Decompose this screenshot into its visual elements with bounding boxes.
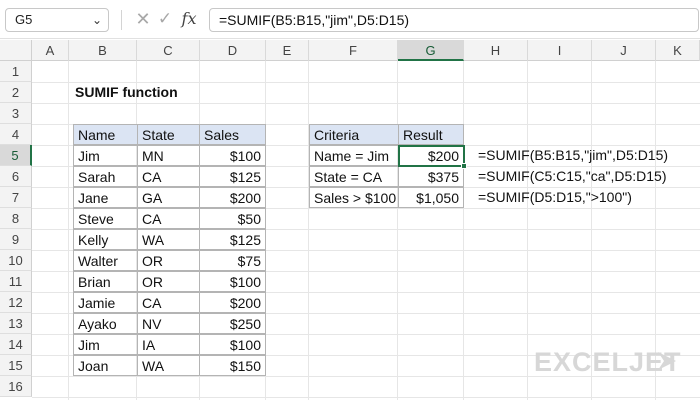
row-header-7[interactable]: 7: [0, 187, 32, 208]
row-header-13[interactable]: 13: [0, 313, 32, 334]
row-header-5[interactable]: 5: [0, 145, 32, 166]
column-header-i[interactable]: I: [528, 40, 592, 61]
grid-line: [463, 61, 464, 400]
enter-icon[interactable]: ✓: [155, 9, 175, 29]
row-header-15[interactable]: 15: [0, 355, 32, 376]
result-cell-value[interactable]: $375: [398, 166, 464, 187]
grid-line: [32, 397, 700, 398]
data-header-name[interactable]: Name: [73, 124, 138, 145]
grid-line: [32, 103, 700, 104]
data-cell-state[interactable]: OR: [137, 271, 200, 292]
data-cell-name[interactable]: Joan: [73, 355, 138, 376]
column-header-k[interactable]: K: [656, 40, 700, 61]
grid-line: [397, 61, 398, 400]
result-cell-value[interactable]: $1,050: [398, 187, 464, 208]
row-header-10[interactable]: 10: [0, 250, 32, 271]
data-cell-sales[interactable]: $125: [199, 229, 266, 250]
name-box[interactable]: G5 ⌄: [5, 8, 109, 32]
data-cell-name[interactable]: Jane: [73, 187, 138, 208]
formula-note[interactable]: =SUMIF(D5:D15,">100"): [478, 187, 632, 208]
fill-handle[interactable]: [461, 163, 467, 169]
data-cell-sales[interactable]: $150: [199, 355, 266, 376]
chevron-down-icon[interactable]: ⌄: [92, 9, 102, 31]
cancel-icon[interactable]: ✕: [133, 9, 153, 29]
data-cell-state[interactable]: CA: [137, 208, 200, 229]
row-header-1[interactable]: 1: [0, 61, 32, 82]
row-header-6[interactable]: 6: [0, 166, 32, 187]
row-header-14[interactable]: 14: [0, 334, 32, 355]
data-cell-name[interactable]: Steve: [73, 208, 138, 229]
name-box-value: G5: [15, 12, 33, 27]
data-cell-sales[interactable]: $125: [199, 166, 266, 187]
column-header-a[interactable]: A: [32, 40, 69, 61]
data-cell-state[interactable]: CA: [137, 166, 200, 187]
data-cell-name[interactable]: Brian: [73, 271, 138, 292]
column-header-j[interactable]: J: [592, 40, 656, 61]
data-cell-sales[interactable]: $100: [199, 271, 266, 292]
data-cell-state[interactable]: MN: [137, 145, 200, 166]
data-cell-state[interactable]: WA: [137, 229, 200, 250]
result-cell-criteria[interactable]: Name = Jim: [309, 145, 399, 166]
insert-function-icon[interactable]: fx: [177, 8, 201, 30]
row-header-11[interactable]: 11: [0, 271, 32, 292]
result-header-result[interactable]: Result: [398, 124, 464, 145]
data-cell-name[interactable]: Kelly: [73, 229, 138, 250]
logo-mark-icon: [656, 350, 678, 372]
grid-line: [68, 61, 69, 400]
data-cell-name[interactable]: Jamie: [73, 292, 138, 313]
column-header-d[interactable]: D: [200, 40, 266, 61]
result-header-criteria[interactable]: Criteria: [309, 124, 399, 145]
data-cell-sales[interactable]: $100: [199, 145, 266, 166]
data-cell-sales[interactable]: $50: [199, 208, 266, 229]
row-header-9[interactable]: 9: [0, 229, 32, 250]
formula-note[interactable]: =SUMIF(B5:B15,"jim",D5:D15): [478, 145, 668, 166]
data-cell-sales[interactable]: $200: [199, 292, 266, 313]
data-header-state[interactable]: State: [137, 124, 200, 145]
result-cell-criteria[interactable]: State = CA: [309, 166, 399, 187]
row-header-2[interactable]: 2: [0, 82, 32, 103]
data-cell-name[interactable]: Sarah: [73, 166, 138, 187]
formula-input[interactable]: =SUMIF(B5:B15,"jim",D5:D15): [209, 8, 699, 32]
column-header-e[interactable]: E: [266, 40, 309, 61]
data-cell-state[interactable]: WA: [137, 355, 200, 376]
row-header-12[interactable]: 12: [0, 292, 32, 313]
data-cell-state[interactable]: GA: [137, 187, 200, 208]
row-header-8[interactable]: 8: [0, 208, 32, 229]
grid-line: [308, 61, 309, 400]
column-header-row: A B C D E F G H I J K: [0, 40, 700, 61]
data-cell-state[interactable]: CA: [137, 292, 200, 313]
data-cell-sales[interactable]: $250: [199, 313, 266, 334]
column-header-c[interactable]: C: [137, 40, 200, 61]
select-all-corner[interactable]: [0, 40, 32, 61]
data-cell-sales[interactable]: $75: [199, 250, 266, 271]
result-cell-criteria[interactable]: Sales > $100: [309, 187, 399, 208]
data-cell-state[interactable]: NV: [137, 313, 200, 334]
data-header-sales[interactable]: Sales: [199, 124, 266, 145]
column-header-b[interactable]: B: [69, 40, 137, 61]
data-cell-sales[interactable]: $100: [199, 334, 266, 355]
column-header-f[interactable]: F: [309, 40, 398, 61]
data-cell-sales[interactable]: $200: [199, 187, 266, 208]
formula-bar-divider: [121, 10, 122, 30]
row-header-16[interactable]: 16: [0, 376, 32, 397]
data-cell-name[interactable]: Jim: [73, 145, 138, 166]
data-cell-state[interactable]: IA: [137, 334, 200, 355]
column-header-h[interactable]: H: [464, 40, 528, 61]
row-header-4[interactable]: 4: [0, 124, 32, 145]
data-cell-name[interactable]: Ayako: [73, 313, 138, 334]
active-cell-selection[interactable]: [398, 145, 465, 167]
formula-note[interactable]: =SUMIF(C5:C15,"ca",D5:D15): [478, 166, 667, 187]
data-cell-state[interactable]: OR: [137, 250, 200, 271]
column-header-g[interactable]: G: [398, 40, 464, 61]
data-cell-name[interactable]: Walter: [73, 250, 138, 271]
sheet-title[interactable]: SUMIF function: [75, 82, 178, 103]
row-header-3[interactable]: 3: [0, 103, 32, 124]
grid-line: [527, 61, 528, 400]
data-cell-name[interactable]: Jim: [73, 334, 138, 355]
